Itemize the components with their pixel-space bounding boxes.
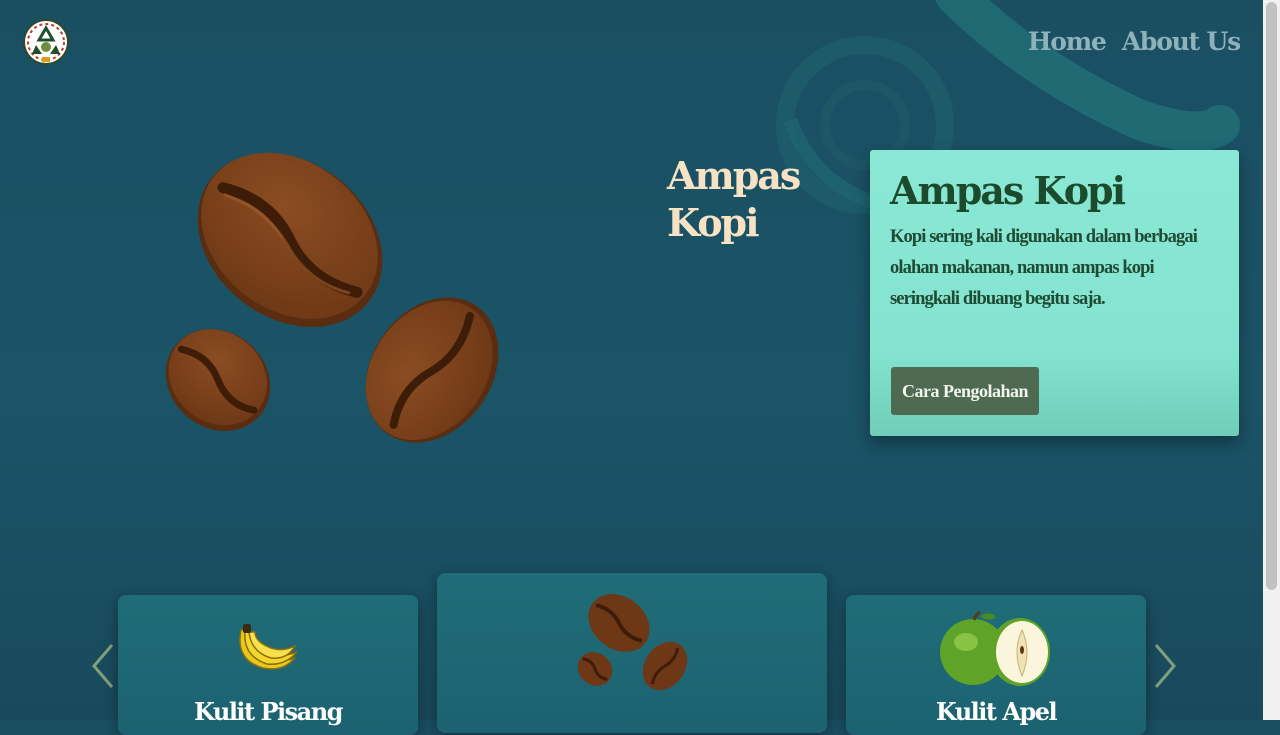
carousel-prev-arrow-icon[interactable] bbox=[88, 641, 118, 691]
coffee-beans-icon bbox=[577, 594, 688, 691]
banana-icon bbox=[239, 624, 298, 670]
page-scrollbar[interactable] bbox=[1263, 0, 1280, 720]
carousel-next-arrow-icon[interactable] bbox=[1150, 641, 1180, 691]
carousel-card-kulit-pisang[interactable]: Kulit Pisang bbox=[118, 595, 418, 735]
scrollbar-thumb[interactable] bbox=[1266, 2, 1277, 590]
carousel-card-label: Kulit Apel bbox=[935, 697, 1058, 726]
nav-about-us-link[interactable]: About Us bbox=[1122, 27, 1241, 56]
nav-home-link[interactable]: Home bbox=[1028, 27, 1107, 56]
coffee-beans-icon bbox=[165, 152, 499, 443]
info-card-title: Ampas Kopi bbox=[890, 168, 1126, 213]
hero-title: Ampas Kopi bbox=[667, 152, 801, 246]
carousel-card-label: Kulit Pisang bbox=[194, 697, 343, 726]
hero-title-line-1: Ampas bbox=[667, 153, 801, 198]
hero-title-line-2: Kopi bbox=[667, 200, 760, 245]
carousel-card-ampas-kopi[interactable] bbox=[437, 573, 827, 733]
carousel-card-kulit-apel[interactable]: Kulit Apel bbox=[846, 595, 1146, 735]
apple-icon bbox=[940, 610, 1050, 686]
top-nav: Home About Us bbox=[1028, 27, 1241, 56]
info-card-description: Kopi sering kali digunakan dalam berbaga… bbox=[890, 227, 1198, 309]
cara-pengolahan-button[interactable]: Cara Pengolahan bbox=[891, 367, 1039, 415]
info-card: Ampas Kopi Kopi sering kali digunakan da… bbox=[870, 150, 1239, 436]
recycle-logo-icon[interactable] bbox=[22, 18, 70, 66]
